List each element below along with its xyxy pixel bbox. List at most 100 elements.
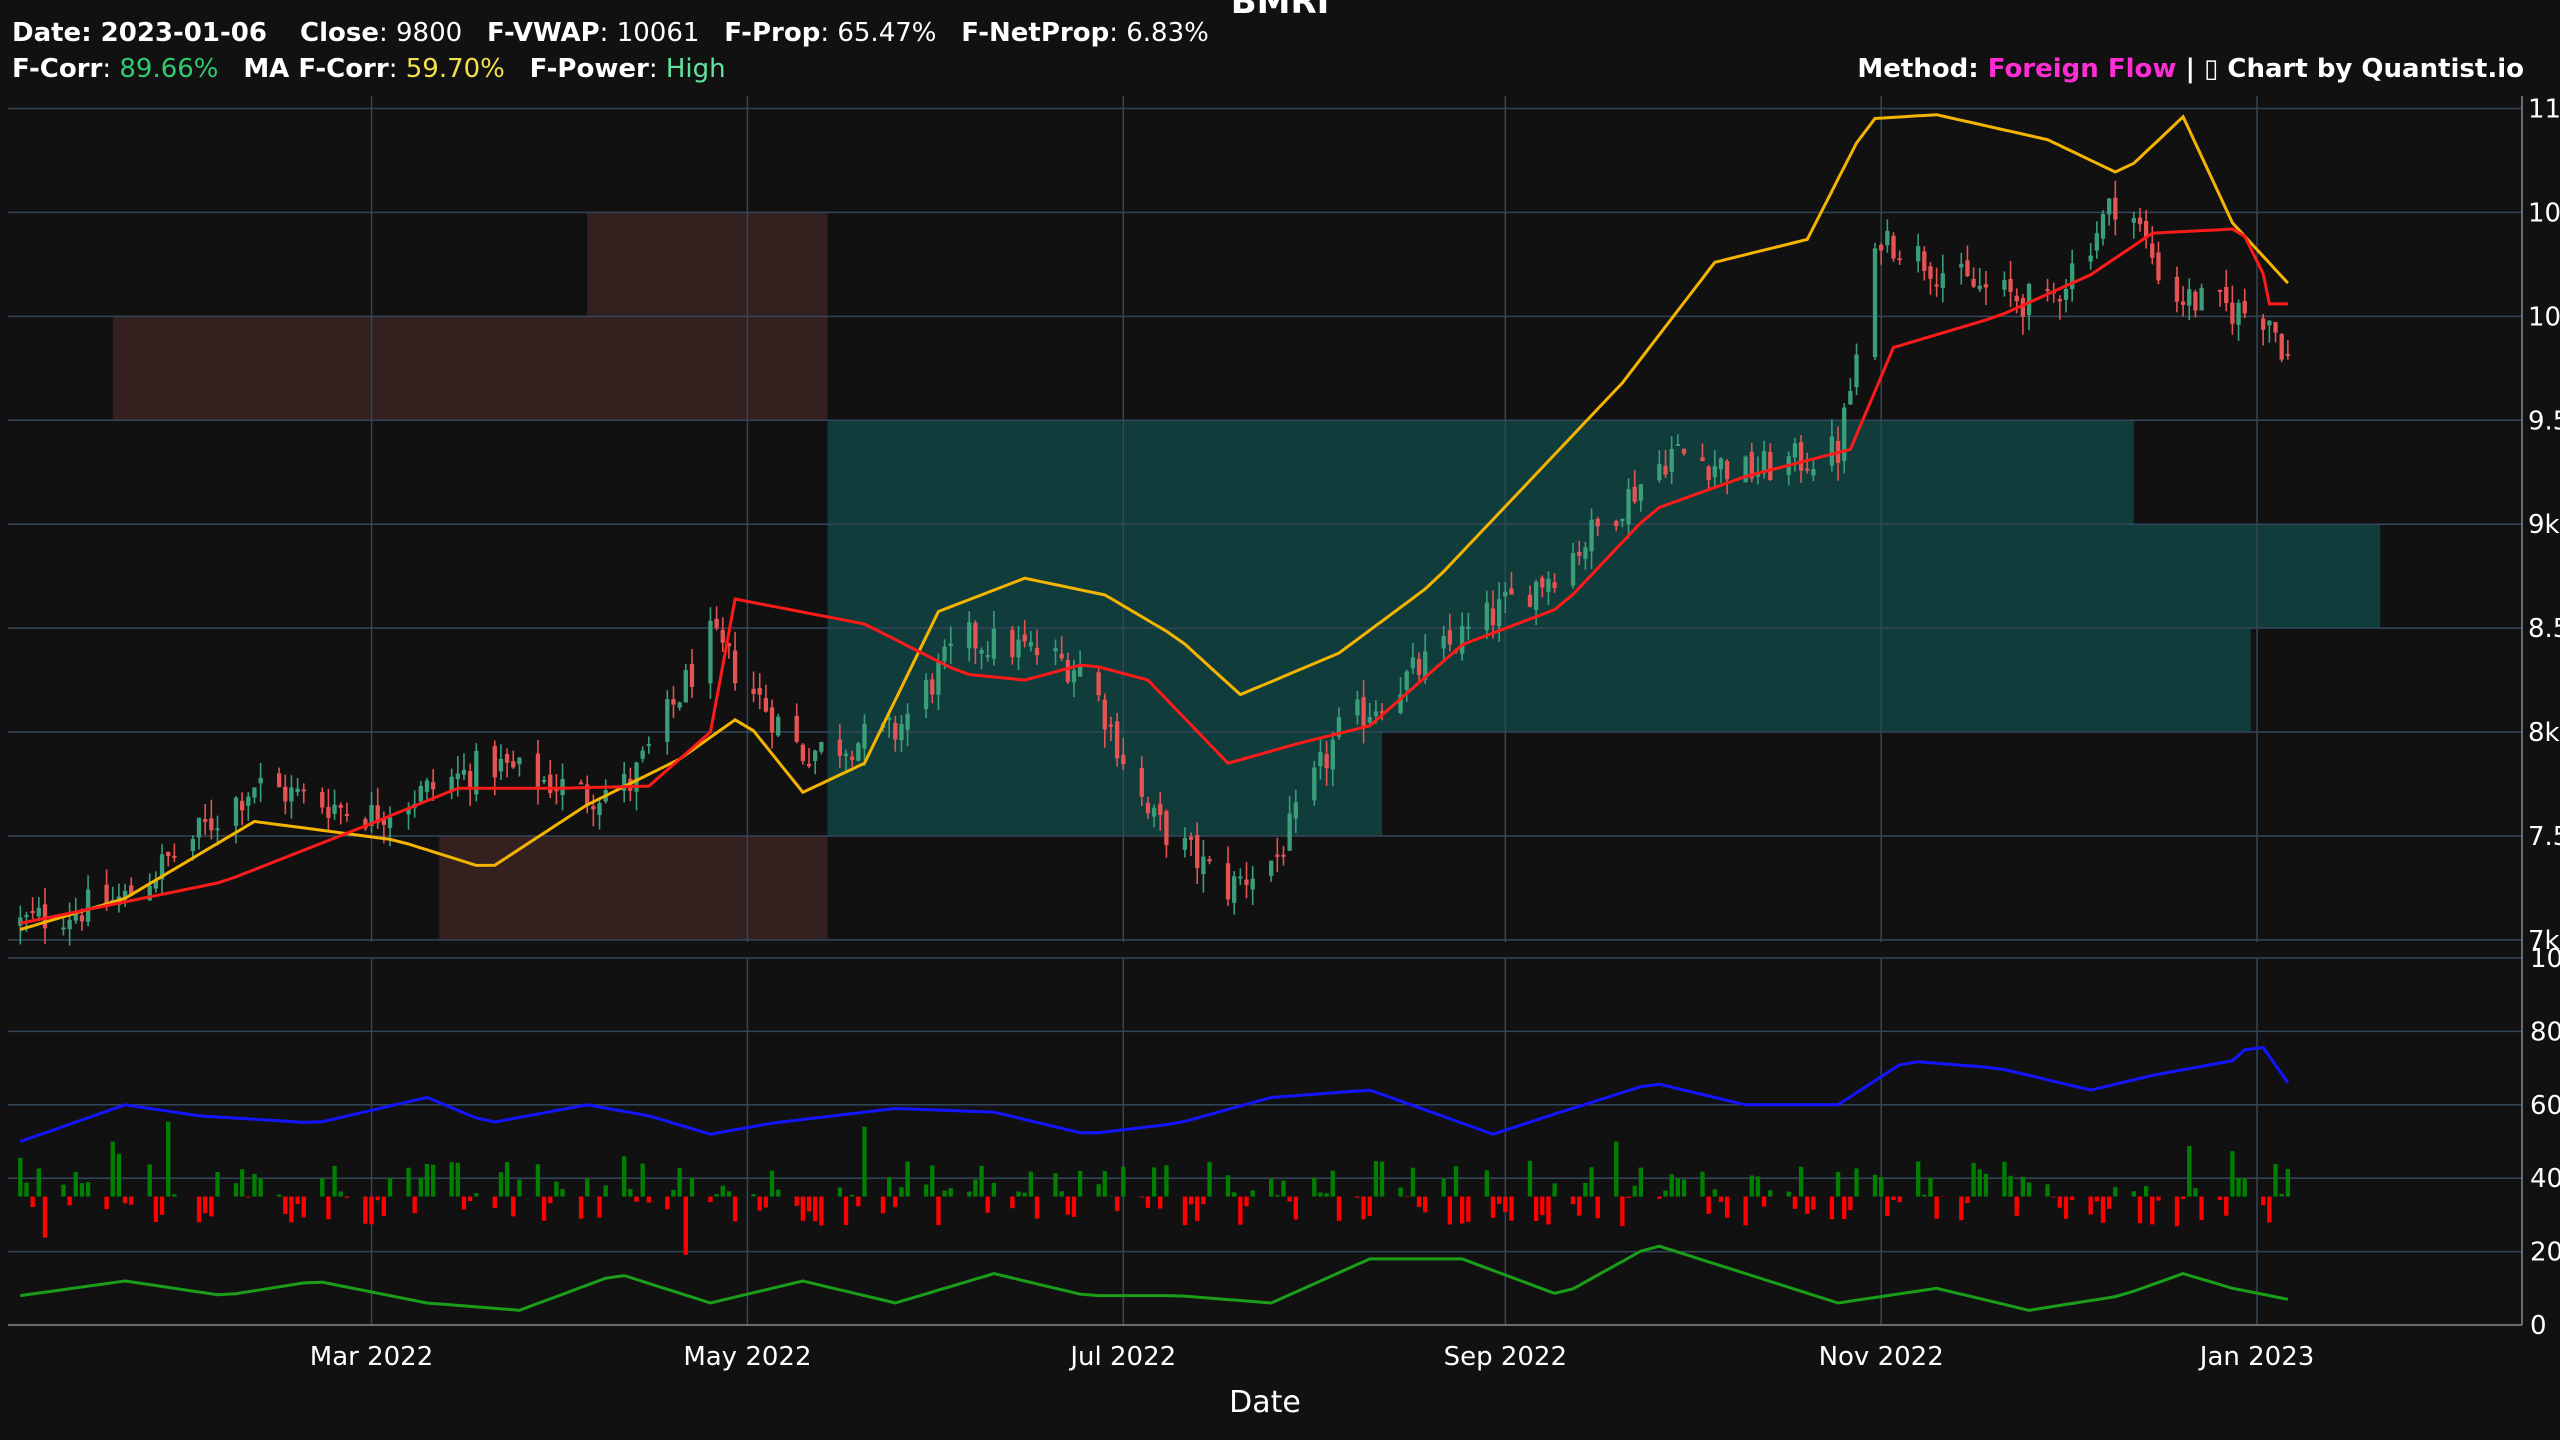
candle-body <box>1965 260 1970 277</box>
candle-body <box>1879 244 1884 251</box>
supply-zone <box>587 212 828 317</box>
netprop-bar <box>1552 1183 1557 1197</box>
candle-body <box>1848 390 1853 405</box>
netprop-bar <box>726 1191 732 1197</box>
netprop-bar <box>196 1196 202 1223</box>
netprop-bar <box>246 1196 251 1198</box>
netprop-bar <box>763 1196 769 1208</box>
netprop-bar <box>1583 1182 1588 1197</box>
y-tick-label: 8.5 <box>2528 614 2560 644</box>
candle-body <box>424 780 430 792</box>
x-tick-label: Mar 2022 <box>310 1342 434 1372</box>
netprop-bar <box>1293 1196 1298 1220</box>
netprop-bar <box>1158 1196 1163 1209</box>
netprop-bar <box>1971 1162 1976 1197</box>
netprop-bar <box>1848 1196 1853 1211</box>
netprop-bar <box>1250 1190 1255 1197</box>
netprop-bar <box>1761 1196 1767 1207</box>
netprop-bar <box>418 1177 423 1197</box>
netprop-bar <box>504 1162 510 1197</box>
netprop-bar <box>1287 1196 1292 1202</box>
netprop-bar <box>203 1196 208 1214</box>
netprop-bar <box>1718 1196 1724 1202</box>
netprop-bar <box>1466 1196 1471 1222</box>
candle-body <box>2156 252 2161 281</box>
netprop-bar <box>1410 1167 1416 1197</box>
candle-body <box>1509 588 1514 595</box>
demand-zone <box>827 524 2381 629</box>
netprop-bar <box>1460 1196 1465 1224</box>
candle-body <box>258 777 263 784</box>
fcorr-line <box>20 1244 2289 1312</box>
candle-body <box>1312 767 1317 801</box>
candle-body <box>1885 230 1890 246</box>
netprop-bar <box>1854 1168 1859 1197</box>
netprop-bar <box>209 1196 214 1217</box>
netprop-bar <box>1570 1196 1576 1205</box>
netprop-bar <box>1145 1196 1151 1208</box>
netprop-bar <box>1977 1169 1982 1197</box>
netprop-bar <box>110 1141 115 1197</box>
netprop-bar <box>36 1168 41 1197</box>
netprop-bar <box>2156 1196 2161 1201</box>
candle-body <box>948 643 953 646</box>
netprop-bar <box>122 1196 128 1204</box>
candle-body <box>1373 711 1379 716</box>
netprop-bar <box>283 1196 288 1214</box>
candle-body <box>899 723 904 741</box>
candle-body <box>2187 289 2192 306</box>
netprop-bar <box>1669 1174 1674 1197</box>
candle-body <box>2014 295 2019 302</box>
netprop-bar <box>61 1184 66 1197</box>
candle-body <box>1792 443 1798 458</box>
fprop-line <box>19 1045 2290 1143</box>
netprop-bar <box>2285 1169 2291 1197</box>
netprop-bar <box>2094 1196 2099 1202</box>
netprop-bar <box>239 1169 245 1197</box>
candle-body <box>1706 466 1711 481</box>
netprop-bar <box>1361 1196 1366 1220</box>
candle-body <box>967 622 972 649</box>
candle-body <box>800 744 806 762</box>
candle-body <box>1164 811 1169 846</box>
candle-body <box>905 713 910 730</box>
netprop-bar <box>1959 1196 1964 1221</box>
netprop-bar <box>1336 1196 1342 1221</box>
candle-body <box>85 889 91 922</box>
candle-body <box>1269 860 1274 877</box>
candle-body <box>1065 659 1070 682</box>
netprop-bar <box>671 1189 676 1197</box>
candle-body <box>1207 859 1212 862</box>
y-tick-label: 11 <box>2528 94 2560 124</box>
candle-body <box>794 715 799 742</box>
netprop-bar <box>2143 1186 2149 1197</box>
candle-body <box>276 773 282 788</box>
candle-body <box>1022 634 1027 642</box>
netprop-bar <box>2045 1184 2050 1197</box>
candle-body <box>541 779 547 782</box>
netprop-bar <box>893 1196 898 1207</box>
netprop-bar <box>1164 1165 1169 1197</box>
netprop-bar <box>104 1196 109 1210</box>
candle-body <box>862 724 867 749</box>
netprop-bar <box>640 1163 645 1197</box>
netprop-bar <box>1798 1166 1804 1197</box>
netprop-bar <box>2088 1196 2093 1215</box>
netprop-bar <box>1201 1196 1206 1205</box>
candle-body <box>1897 258 1902 261</box>
candle-body <box>166 851 171 857</box>
candle-body <box>1096 672 1101 696</box>
y-tick-label: 9k <box>2528 510 2560 540</box>
candle-body <box>2273 322 2278 333</box>
netprop-bar <box>2261 1196 2266 1206</box>
y-tick-label-sub: 80 <box>2530 1017 2560 1047</box>
netprop-bar <box>1016 1191 1021 1197</box>
netprop-bar <box>776 1189 781 1197</box>
netprop-bar <box>1724 1196 1730 1218</box>
candle-body <box>979 650 984 654</box>
candle-body <box>1410 657 1416 669</box>
y-tick-label-sub: 60 <box>2530 1091 2560 1121</box>
candle-body <box>1971 278 1976 287</box>
candle-body <box>2131 218 2136 223</box>
netprop-bar <box>153 1196 159 1222</box>
